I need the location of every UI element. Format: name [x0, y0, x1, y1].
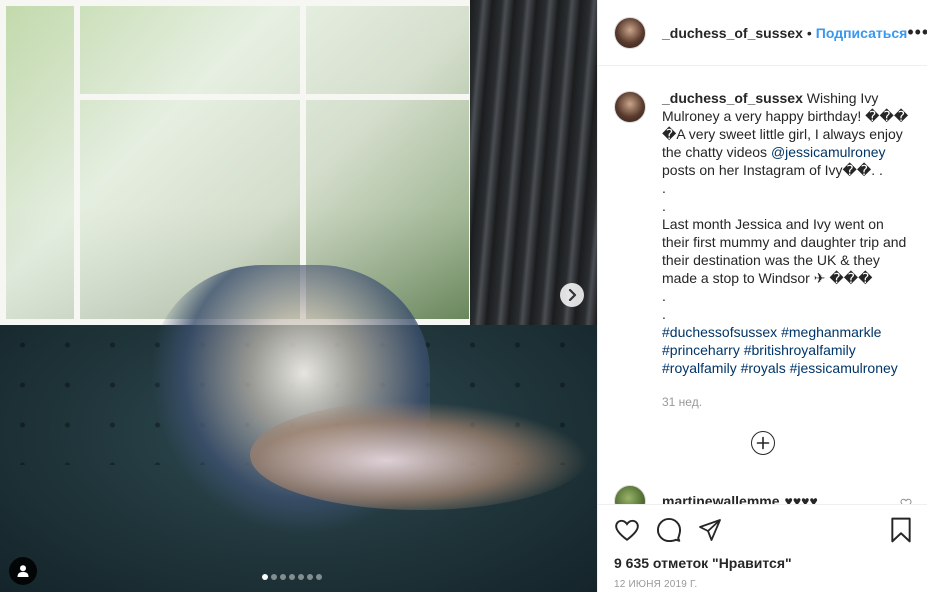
- caption-line: .: [662, 306, 666, 322]
- photo-child: [250, 400, 590, 510]
- hashtag-link[interactable]: #duchessofsussex: [662, 324, 777, 340]
- like-button[interactable]: [614, 518, 640, 542]
- post-caption: _duchess_of_sussex Wishing Ivy Mulroney …: [598, 67, 927, 411]
- action-bar: [614, 515, 912, 545]
- carousel-dot: [307, 574, 313, 580]
- caption-author-avatar[interactable]: [614, 91, 646, 123]
- caption-line: .: [662, 198, 666, 214]
- comment-like-button[interactable]: [900, 496, 912, 504]
- commenter-username[interactable]: martinewallemme: [662, 493, 780, 504]
- save-button[interactable]: [890, 517, 912, 543]
- carousel-dot: [271, 574, 277, 580]
- caption-hashtags: #duchessofsussex #meghanmarkle #princeha…: [662, 323, 912, 377]
- user-tag-icon: [17, 565, 29, 577]
- chevron-right-icon: [568, 289, 577, 301]
- caption-body: _duchess_of_sussex Wishing Ivy Mulroney …: [662, 89, 912, 411]
- caption-line: .: [662, 288, 666, 304]
- comment-item: martinewallemme ♥♥♥♥: [614, 485, 912, 504]
- carousel-dot: [280, 574, 286, 580]
- window-frame: [0, 0, 80, 325]
- caption-line: Last month Jessica and Ivy went on their…: [662, 216, 907, 286]
- hashtag-link[interactable]: #jessicamulroney: [790, 360, 898, 376]
- hashtag-link[interactable]: #princeharry: [662, 342, 740, 358]
- window-frame: [74, 0, 306, 100]
- author-username[interactable]: _duchess_of_sussex: [662, 25, 803, 41]
- caption-username[interactable]: _duchess_of_sussex: [662, 90, 803, 106]
- load-more-comments-button[interactable]: [751, 431, 775, 455]
- post-side-panel: _duchess_of_sussex • Подписаться ••• _du…: [597, 0, 927, 592]
- caption-line: posts on her Instagram of Ivy��. .: [662, 162, 883, 178]
- carousel-next-button[interactable]: [560, 283, 584, 307]
- hashtag-link[interactable]: #royalfamily: [662, 360, 737, 376]
- window-frame: [300, 0, 475, 100]
- more-options-button[interactable]: •••: [907, 22, 927, 43]
- post-date[interactable]: 12 ИЮНЯ 2019 Г.: [614, 579, 912, 590]
- post-actions: 9 635 отметок "Нравится" 12 ИЮНЯ 2019 Г.: [598, 504, 927, 590]
- commenter-avatar[interactable]: [614, 485, 646, 504]
- share-button[interactable]: [698, 518, 722, 542]
- comments-section: _duchess_of_sussex Wishing Ivy Mulroney …: [598, 67, 927, 504]
- comment-text: ♥♥♥♥: [784, 493, 818, 504]
- caption-time-ago[interactable]: 31 нед.: [662, 393, 912, 411]
- carousel-dot: [316, 574, 322, 580]
- comment-button[interactable]: [656, 517, 682, 543]
- post-header: _duchess_of_sussex • Подписаться •••: [598, 0, 927, 66]
- caption-line: .: [662, 180, 666, 196]
- hashtag-link[interactable]: #britishroyalfamily: [744, 342, 856, 358]
- comment-icon: [656, 517, 682, 543]
- post-photo: [0, 0, 597, 592]
- likes-count[interactable]: 9 635 отметок "Нравится": [614, 555, 912, 571]
- heart-icon: [615, 519, 639, 541]
- plus-circle-icon: [756, 436, 770, 450]
- caption-mention[interactable]: @jessicamulroney: [771, 144, 886, 160]
- carousel-dot: [298, 574, 304, 580]
- carousel-indicator: [262, 574, 322, 580]
- caption-text: _duchess_of_sussex Wishing Ivy Mulroney …: [662, 89, 912, 179]
- header-separator: •: [806, 24, 812, 41]
- author-avatar[interactable]: [614, 16, 646, 49]
- user-tag-button[interactable]: [9, 557, 37, 585]
- hashtag-link[interactable]: #meghanmarkle: [781, 324, 881, 340]
- bookmark-icon: [891, 517, 911, 543]
- share-icon: [699, 519, 721, 541]
- carousel-dot: [262, 574, 268, 580]
- follow-button[interactable]: Подписаться: [816, 25, 908, 41]
- hashtag-link[interactable]: #royals: [741, 360, 786, 376]
- carousel-dot: [289, 574, 295, 580]
